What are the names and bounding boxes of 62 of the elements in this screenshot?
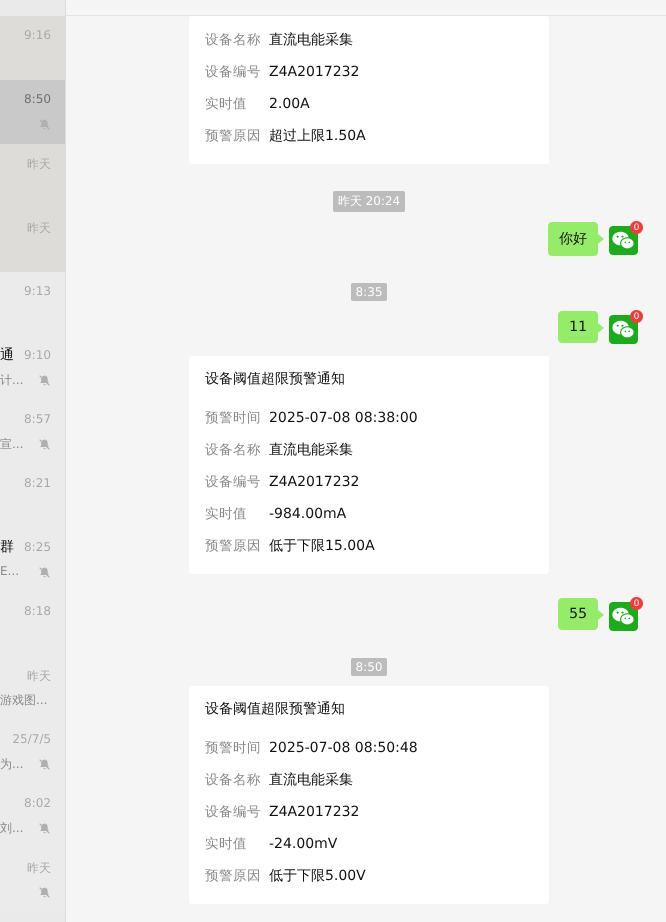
field-value: 直流电能采集 — [269, 771, 353, 789]
field-value: -984.00mA — [269, 506, 346, 522]
chat-name: 通 — [0, 346, 14, 364]
chat-preview: E... — [0, 564, 20, 578]
field-value: 直流电能采集 — [269, 441, 353, 459]
card-title: 设备阈值超限预警通知 — [205, 370, 346, 388]
chat-time: 8:21 — [24, 476, 51, 490]
bubble-tail — [598, 234, 604, 244]
unread-badge: 0 — [630, 221, 643, 234]
field-value: Z4A2017232 — [269, 474, 360, 490]
chat-preview: 刘... — [0, 820, 24, 837]
chat-time: 8:18 — [24, 604, 51, 618]
field-value: 超过上限1.50A — [269, 127, 366, 145]
field-label: 设备编号 — [205, 473, 262, 491]
chat-time: 8:57 — [24, 412, 51, 426]
field-value: Z4A2017232 — [269, 64, 360, 80]
chat-time: 8:25 — [24, 540, 51, 554]
field-value: 直流电能采集 — [269, 31, 353, 49]
field-label: 设备编号 — [205, 63, 262, 81]
field-value: 2025-07-08 08:38:00 — [269, 410, 418, 426]
field-label: 预警时间 — [205, 409, 262, 427]
timestamp: 昨天 20:24 — [332, 191, 406, 212]
field-value: 低于下限5.00V — [269, 867, 366, 885]
chat-preview: 计... — [0, 372, 24, 389]
chat-time: 昨天 — [27, 668, 51, 685]
timestamp: 8:35 — [350, 283, 388, 301]
chat-time: 8:02 — [24, 796, 51, 810]
card-title: 设备阈值超限预警通知 — [205, 700, 346, 718]
field-label: 设备名称 — [205, 441, 262, 459]
chat-time: 8:50 — [24, 92, 51, 106]
chat-time: 9:10 — [24, 348, 51, 362]
field-value: Z4A2017232 — [269, 804, 360, 820]
field-label: 设备名称 — [205, 771, 262, 789]
chat-time: 昨天 — [27, 860, 51, 877]
chat-name: 群 — [0, 538, 14, 556]
field-label: 预警时间 — [205, 739, 262, 757]
field-value: -24.00mV — [269, 836, 338, 852]
unread-badge: 0 — [630, 597, 643, 610]
message-bubble: 11 — [558, 311, 598, 343]
field-label: 实时值 — [205, 505, 248, 523]
field-value: 2.00A — [269, 96, 310, 112]
chat-preview: 游戏图... — [0, 692, 48, 709]
unread-badge: 0 — [630, 310, 643, 323]
field-label: 设备编号 — [205, 803, 262, 821]
timestamp: 8:50 — [350, 658, 388, 676]
chat-time: 9:13 — [24, 284, 51, 298]
field-value: 2025-07-08 08:50:48 — [269, 740, 418, 756]
chat-preview: 宣... — [0, 436, 24, 453]
bubble-tail — [598, 323, 604, 333]
chat-list-item[interactable]: 8:50 — [0, 80, 65, 144]
field-label: 实时值 — [205, 835, 248, 853]
field-label: 实时值 — [205, 95, 248, 113]
field-label: 预警原因 — [205, 867, 262, 885]
chat-time: 25/7/5 — [12, 732, 51, 746]
field-label: 预警原因 — [205, 127, 262, 145]
message-bubble: 你好 — [548, 222, 598, 256]
field-label: 设备名称 — [205, 31, 262, 49]
bubble-tail — [598, 610, 604, 620]
field-value: 低于下限15.00A — [269, 537, 375, 555]
message-bubble: 55 — [558, 598, 598, 630]
chat-preview: 为... — [0, 756, 24, 773]
field-label: 预警原因 — [205, 537, 262, 555]
